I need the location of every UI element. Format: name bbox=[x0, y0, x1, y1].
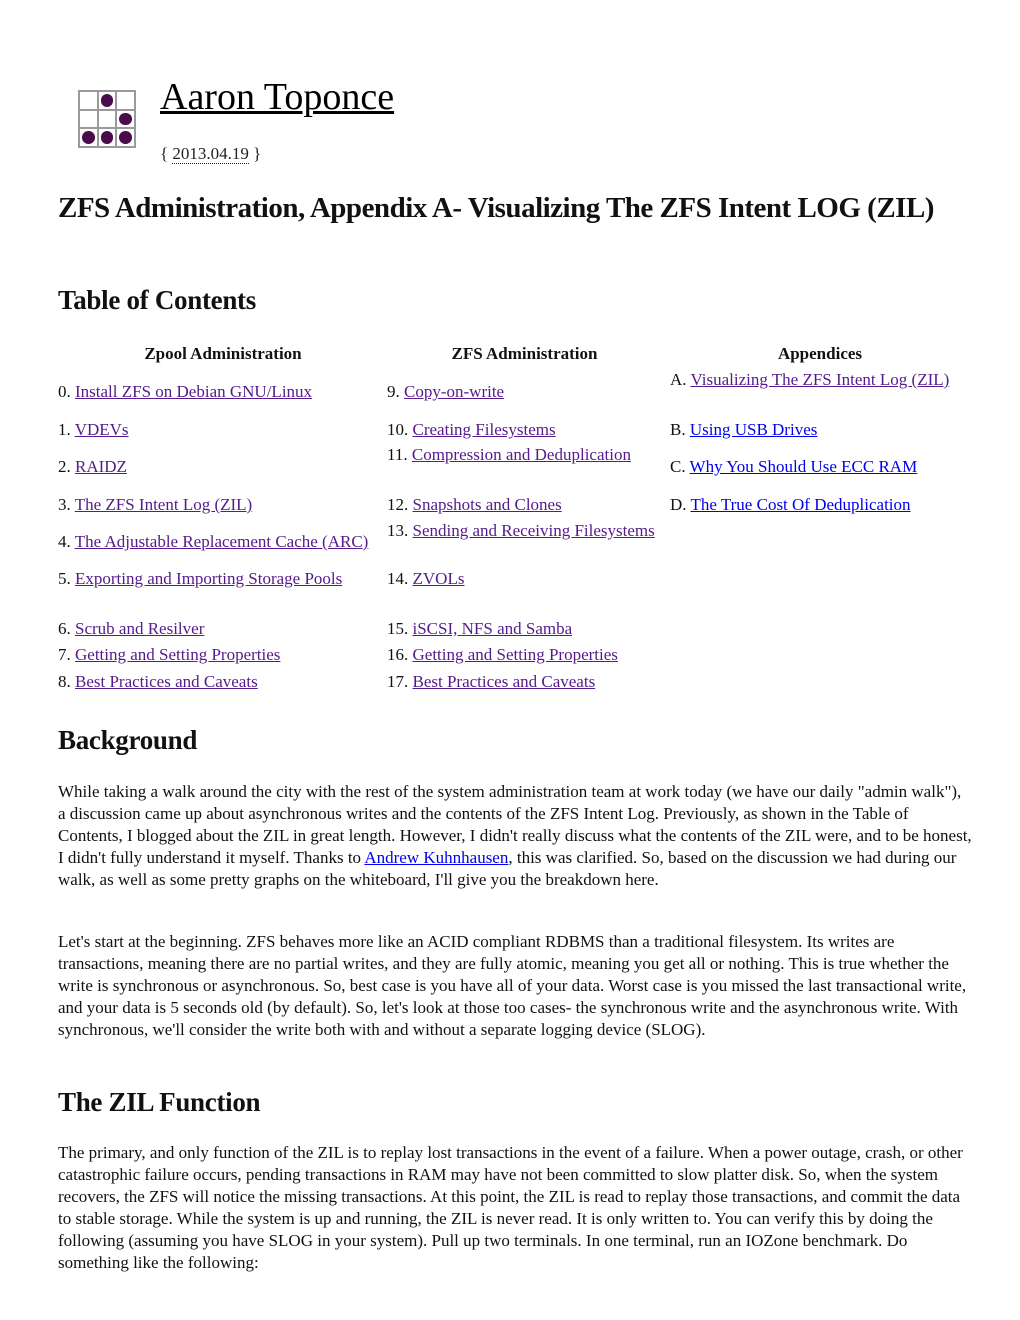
toc-item: 9. Copy-on-write bbox=[387, 381, 660, 403]
toc-item-number: 9. bbox=[387, 382, 404, 401]
toc-item-number: 8. bbox=[58, 672, 75, 691]
toc-item-number: 17. bbox=[387, 672, 413, 691]
toc-item: 6. Scrub and Resilver bbox=[58, 618, 386, 640]
toc-item-link[interactable]: Exporting and Importing Storage Pools bbox=[75, 569, 342, 588]
toc-item: B. Using USB Drives bbox=[670, 419, 968, 441]
site-title: Aaron Toponce bbox=[160, 74, 394, 120]
toc-item: 2. RAIDZ bbox=[58, 456, 386, 478]
toc-item-number: 4. bbox=[58, 532, 75, 551]
toc-item-number: 16. bbox=[387, 645, 413, 664]
toc-item-link[interactable]: The Adjustable Replacement Cache (ARC) bbox=[75, 532, 369, 551]
background-paragraph-2: Let's start at the beginning. ZFS behave… bbox=[58, 932, 967, 1039]
toc-item-number: D. bbox=[670, 495, 691, 514]
toc-item-link[interactable]: Install ZFS on Debian GNU/Linux bbox=[75, 382, 312, 401]
glider-empty-cell bbox=[79, 91, 98, 110]
toc-item-link[interactable]: Why You Should Use ECC RAM bbox=[690, 457, 918, 476]
toc-item-link[interactable]: Using USB Drives bbox=[690, 420, 818, 439]
date-open-brace: { bbox=[160, 144, 173, 163]
toc-item: 16. Getting and Setting Properties bbox=[387, 644, 660, 666]
andrew-kuhnhausen-link[interactable]: Andrew Kuhnhausen bbox=[364, 848, 508, 867]
site-header: Aaron Toponce { 2013.04.19 } bbox=[78, 74, 978, 174]
toc-item-link[interactable]: Best Practices and Caveats bbox=[413, 672, 596, 691]
toc-item: 14. ZVOLs bbox=[387, 568, 660, 590]
toc-item: D. The True Cost Of Deduplication bbox=[670, 494, 968, 516]
glider-empty-cell bbox=[79, 109, 98, 129]
toc-item-link[interactable]: The True Cost Of Deduplication bbox=[690, 495, 910, 514]
toc-item: C. Why You Should Use ECC RAM bbox=[670, 456, 968, 478]
toc-heading: Table of Contents bbox=[58, 285, 256, 315]
toc-item-number: 14. bbox=[387, 569, 413, 588]
toc-item-number: B. bbox=[670, 420, 690, 439]
toc-item: 17. Best Practices and Caveats bbox=[387, 671, 660, 693]
toc-item: A. Visualizing The ZFS Intent Log (ZIL) bbox=[670, 358, 968, 402]
toc-item-number: 13. bbox=[387, 521, 413, 540]
toc-item-number: 1. bbox=[58, 420, 75, 439]
toc-item-number: 15. bbox=[387, 619, 413, 638]
glider-emblem-icon[interactable] bbox=[78, 90, 136, 148]
toc-item: 0. Install ZFS on Debian GNU/Linux bbox=[58, 381, 386, 403]
toc-column-header: Zpool Administration bbox=[144, 344, 302, 363]
toc-item-link[interactable]: The ZFS Intent Log (ZIL) bbox=[75, 495, 253, 514]
toc-column: ZFS Administration 9. Copy-on-write 10. Cr… bbox=[387, 343, 662, 713]
background-heading: Background bbox=[58, 725, 198, 755]
toc-item-link[interactable]: Getting and Setting Properties bbox=[75, 645, 280, 664]
toc-column: Appendices A. Visualizing The ZFS Intent … bbox=[670, 343, 970, 713]
post-date: 2013.04.19 bbox=[172, 144, 249, 164]
date-close-brace: } bbox=[248, 144, 262, 163]
zil-function-paragraph-1: The primary, and only function of the ZI… bbox=[58, 1143, 963, 1272]
site-title-link[interactable]: Aaron Toponce bbox=[160, 76, 394, 118]
toc-item-number: 5. bbox=[58, 569, 75, 588]
toc-item-number: 3. bbox=[58, 495, 75, 514]
toc-item-link[interactable]: VDEVs bbox=[75, 420, 129, 439]
toc-item-number: 11. bbox=[387, 445, 412, 464]
toc-item-link[interactable]: RAIDZ bbox=[75, 457, 127, 476]
toc-item-link[interactable]: Scrub and Resilver bbox=[75, 619, 204, 638]
toc-item-number: 0. bbox=[58, 382, 75, 401]
toc-item: 8. Best Practices and Caveats bbox=[58, 671, 386, 693]
toc-item-number: 7. bbox=[58, 645, 75, 664]
toc-item-number: C. bbox=[670, 457, 690, 476]
toc-item-link[interactable]: Getting and Setting Properties bbox=[413, 645, 618, 664]
zil-function-heading: The ZIL Function bbox=[58, 1087, 261, 1117]
glider-dot bbox=[97, 128, 117, 147]
toc-item: 3. The ZFS Intent Log (ZIL) bbox=[58, 494, 386, 516]
toc-item-link[interactable]: Best Practices and Caveats bbox=[75, 672, 258, 691]
background-paragraph-1: While taking a walk around the city with… bbox=[58, 781, 973, 891]
toc-item-link[interactable]: Sending and Receiving Filesystems bbox=[413, 521, 655, 540]
toc-item-number: A. bbox=[670, 370, 691, 389]
toc-column-header: ZFS Administration bbox=[451, 344, 598, 363]
toc-item-link[interactable]: Visualizing The ZFS Intent Log (ZIL) bbox=[690, 370, 949, 389]
toc-item-number: 2. bbox=[58, 457, 75, 476]
toc-item-link[interactable]: Compression and Deduplication bbox=[412, 445, 631, 464]
glider-dot bbox=[116, 109, 135, 129]
toc-item: 13. Sending and Receiving Filesystems bbox=[387, 509, 660, 553]
post-title: ZFS Administration, Appendix A- Visualiz… bbox=[58, 192, 934, 224]
glider-dot bbox=[116, 128, 135, 147]
toc-item: 5. Exporting and Importing Storage Pools bbox=[58, 557, 386, 601]
toc-item-link[interactable]: iSCSI, NFS and Samba bbox=[413, 619, 573, 638]
glider-empty-cell bbox=[116, 91, 135, 110]
toc-item-link[interactable]: ZVOLs bbox=[413, 569, 465, 588]
toc-item: 11. Compression and Deduplication bbox=[387, 433, 660, 477]
glider-dot bbox=[79, 128, 98, 147]
toc-item-link[interactable]: Copy-on-write bbox=[404, 382, 504, 401]
post-date-line: { 2013.04.19 } bbox=[160, 144, 261, 164]
toc-item: 15. iSCSI, NFS and Samba bbox=[387, 618, 660, 640]
toc-item: 1. VDEVs bbox=[58, 419, 386, 441]
glider-empty-cell bbox=[97, 109, 117, 129]
toc-item-number: 6. bbox=[58, 619, 75, 638]
toc-item: 7. Getting and Setting Properties bbox=[58, 644, 386, 666]
toc-column: Zpool Administration 0. Install ZFS on De… bbox=[58, 343, 388, 713]
glider-dot bbox=[97, 91, 117, 110]
